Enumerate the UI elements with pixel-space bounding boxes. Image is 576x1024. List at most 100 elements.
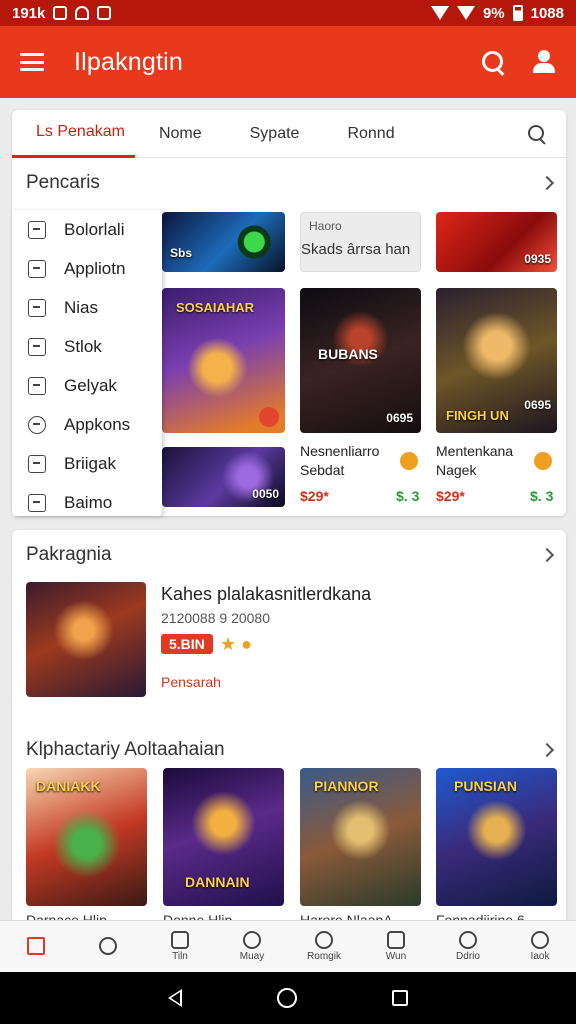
- menu-item-appliotn[interactable]: Appliotn: [12, 249, 162, 288]
- tile-title: BUBANS: [318, 346, 378, 362]
- game-tile[interactable]: FINGH UN 0695: [436, 288, 557, 433]
- nav-muay[interactable]: Muay: [216, 921, 288, 972]
- app-title: Ilpakngtin: [74, 47, 184, 76]
- featured-title[interactable]: Kahes plalakasnitlerdkana: [161, 584, 371, 605]
- tab-ronnd[interactable]: Ronnd: [323, 110, 418, 158]
- menu-item-baimo[interactable]: Baimo: [12, 483, 162, 522]
- game-tile[interactable]: DANNAIN: [163, 768, 284, 906]
- back-icon[interactable]: [167, 989, 182, 1007]
- featured-game-image[interactable]: [26, 582, 146, 697]
- featured-badge: 5.BIN: [161, 634, 213, 654]
- nav-search[interactable]: [72, 921, 144, 972]
- tab-penakam[interactable]: Ls Penakam: [12, 110, 135, 158]
- nav-wun[interactable]: Wun: [360, 921, 432, 972]
- home-button-icon[interactable]: [276, 988, 297, 1008]
- chevron-right-icon[interactable]: [539, 175, 555, 191]
- tab-bar: Ls Penakam Nome Sypate Ronnd: [12, 110, 566, 158]
- message-icon: [97, 6, 112, 20]
- game-tile[interactable]: DANIAKK: [26, 768, 147, 906]
- section-header: Pakragnia: [12, 530, 566, 580]
- game-price-alt: $. 3: [530, 488, 554, 504]
- face-icon: [459, 931, 477, 949]
- featured-link[interactable]: Pensarah: [161, 674, 221, 690]
- search-icon: [99, 936, 117, 955]
- game-tile[interactable]: PIANNOR: [300, 768, 421, 906]
- menu-item-appkons[interactable]: Appkons: [12, 405, 162, 444]
- signal-icon: [456, 6, 475, 20]
- bottom-nav: Tiln Muay Romgik Wun Ddrio Iaok: [0, 920, 576, 972]
- nav-tiln[interactable]: Tiln: [144, 921, 216, 972]
- lock-icon: [28, 220, 46, 239]
- status-bar: 191k 9% 1088: [0, 0, 576, 26]
- game-tile[interactable]: BUBANS 0695: [300, 288, 421, 433]
- section-title: Pakragnia: [26, 544, 112, 565]
- menu-item-nias[interactable]: Nias: [12, 288, 162, 327]
- app-icon: [75, 6, 90, 20]
- game-tile[interactable]: PUNSIAN: [436, 768, 557, 906]
- box-icon: [28, 337, 46, 356]
- category-menu: Bolorlali Appliotn Nias Stlok Gelyak App…: [12, 210, 162, 516]
- tab-search-icon[interactable]: [528, 124, 546, 143]
- home-icon: [27, 936, 45, 955]
- nav-label: Ddrio: [456, 951, 480, 962]
- tile-title: SOSAIAHAR: [176, 300, 255, 315]
- chevron-right-icon[interactable]: [539, 547, 555, 563]
- tab-sypate[interactable]: Sypate: [226, 110, 324, 158]
- menu-item-gelyak[interactable]: Gelyak: [12, 366, 162, 405]
- tile-label: 0050: [252, 487, 279, 501]
- menu-item-label: Briigak: [64, 453, 116, 473]
- nav-label: Romgik: [307, 951, 341, 962]
- game-tile[interactable]: 0050: [162, 447, 285, 507]
- nav-ddrio[interactable]: Ddrio: [432, 921, 504, 972]
- menu-item-stlok[interactable]: Stlok: [12, 327, 162, 366]
- tile-title: PIANNOR: [314, 778, 379, 794]
- system-nav-bar: [0, 972, 576, 1024]
- app-bar: Ilpakngtin: [0, 26, 576, 98]
- discover-card: Ls Penakam Nome Sypate Ronnd Pencaris Sb…: [12, 110, 566, 516]
- tile-title: DANNAIN: [185, 874, 250, 890]
- box-icon: [171, 931, 189, 949]
- game-tile[interactable]: Sbs: [162, 212, 285, 272]
- menu-item-briigak[interactable]: Briigak: [12, 444, 162, 483]
- section-header: Pencaris: [12, 158, 566, 208]
- tile-title: PUNSIAN: [454, 778, 518, 794]
- menu-item-label: Appkons: [64, 414, 131, 434]
- cloud-icon: [243, 931, 261, 949]
- game-tile[interactable]: 0935: [436, 212, 557, 272]
- recents-icon[interactable]: [392, 990, 409, 1006]
- featured-meta: 2120088 9 20080: [161, 610, 270, 626]
- tile-label: 0695: [524, 398, 551, 412]
- nav-home[interactable]: [0, 921, 72, 972]
- nav-romgik[interactable]: Romgik: [288, 921, 360, 972]
- featured-card: Pakragnia Kahes plalakasnitlerdkana 2120…: [12, 530, 566, 930]
- calendar-icon: [28, 454, 46, 473]
- wifi-icon: [430, 6, 449, 20]
- account-icon[interactable]: [532, 50, 556, 74]
- menu-icon[interactable]: [20, 53, 44, 71]
- tag-icon: [28, 376, 46, 395]
- search-icon[interactable]: [482, 51, 504, 73]
- game-name[interactable]: Nesnenliarro Sebdat: [300, 442, 410, 480]
- menu-item-bolorlali[interactable]: Bolorlali: [12, 210, 162, 249]
- game-tile[interactable]: SOSAIAHAR: [162, 288, 285, 433]
- section-title: Pencaris: [26, 172, 100, 193]
- menu-item-label: Bolorlali: [64, 219, 125, 239]
- chevron-right-icon[interactable]: [539, 742, 555, 758]
- grid-icon: [28, 259, 46, 278]
- notification-icon: [53, 6, 68, 20]
- status-time: 191k: [12, 4, 46, 22]
- game-tile[interactable]: Haoro Skads ârrsa han: [300, 212, 421, 272]
- nav-iaok[interactable]: Iaok: [504, 921, 576, 972]
- nav-label: Tiln: [172, 951, 188, 962]
- menu-item-label: Baimo: [64, 492, 113, 512]
- menu-item-label: Gelyak: [64, 375, 117, 395]
- star-icon: ★ ●: [220, 634, 253, 654]
- battery-percent: 9%: [482, 4, 505, 22]
- game-price: $29*: [436, 488, 465, 504]
- chart-icon: [28, 298, 46, 317]
- tile-label: 0695: [386, 411, 413, 425]
- rating-icon: [400, 452, 418, 470]
- game-name[interactable]: Mentenkana Nagek: [436, 442, 546, 480]
- nav-label: Wun: [385, 951, 407, 962]
- tab-nome[interactable]: Nome: [135, 110, 226, 158]
